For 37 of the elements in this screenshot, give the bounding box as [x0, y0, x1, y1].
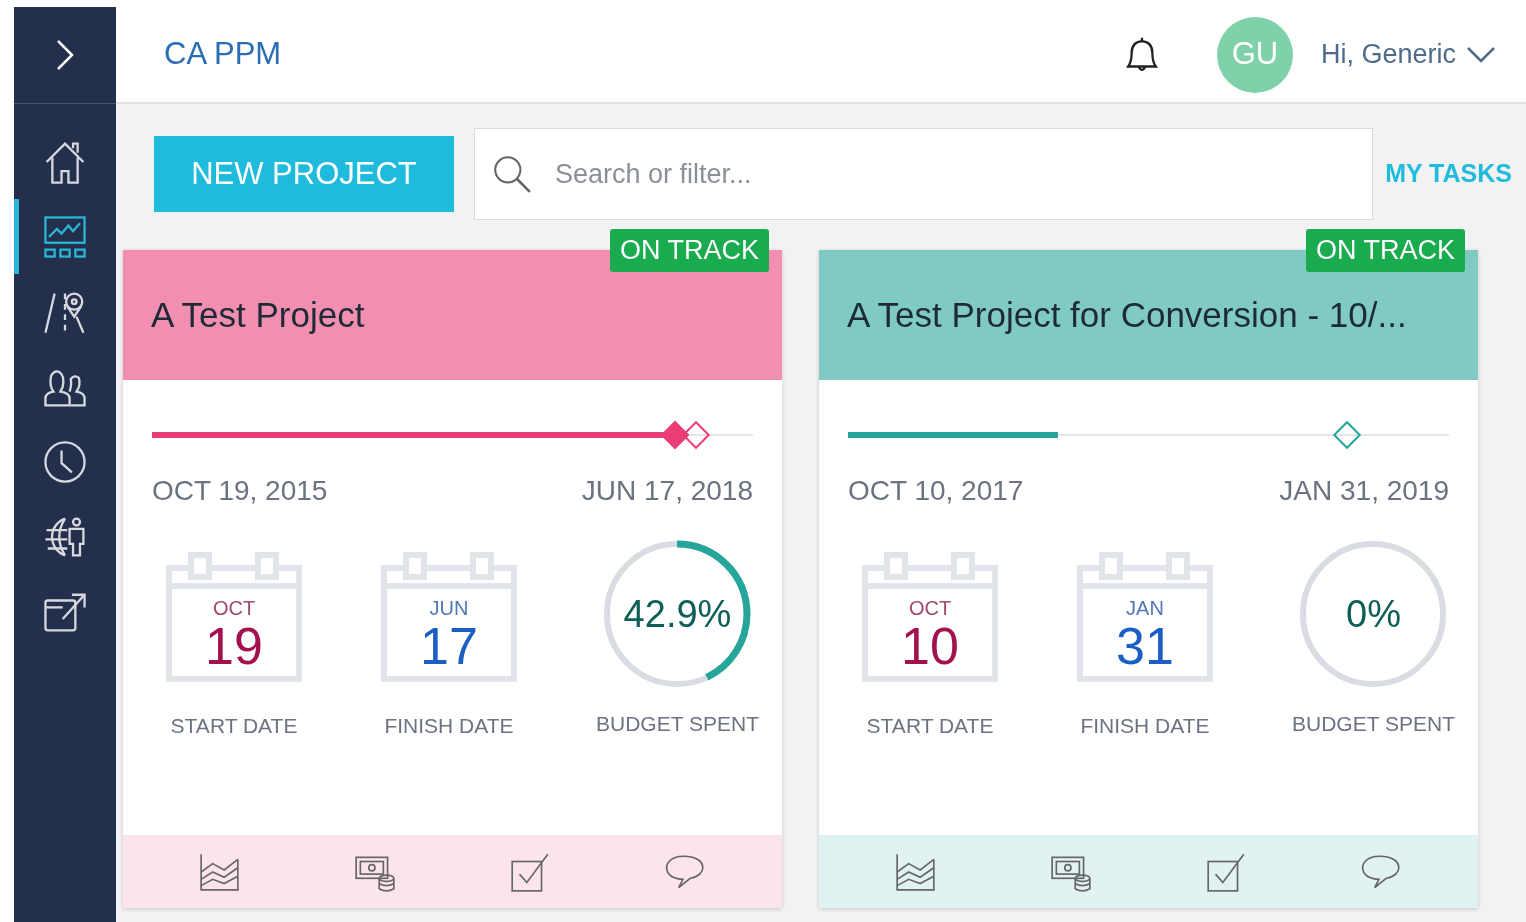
- date-caption: FINISH DATE: [1080, 713, 1210, 739]
- calendar-icon: [1077, 550, 1213, 682]
- calendar-icon: [381, 550, 517, 682]
- chevron-right-icon: [55, 38, 75, 72]
- calendar-icon: [862, 550, 998, 682]
- search-icon: [491, 153, 533, 195]
- budget-caption: BUDGET SPENT: [1292, 711, 1455, 737]
- calendar-day: 10: [901, 620, 959, 672]
- date-caption: START DATE: [866, 713, 994, 739]
- chevron-down-icon: [1466, 45, 1496, 64]
- budget-value: 0%: [1346, 591, 1401, 637]
- calendar-month: OCT: [212, 598, 256, 618]
- start-date: OCT 10, 2017: [848, 474, 1024, 508]
- calendar-day: 31: [1116, 620, 1174, 672]
- search-bar[interactable]: Search or filter...: [474, 128, 1374, 220]
- calendar-icon: [166, 550, 302, 682]
- calendar-month: JUN: [429, 598, 469, 618]
- start-date: OCT 19, 2015: [152, 474, 328, 508]
- date-caption: FINISH DATE: [384, 713, 514, 739]
- project-title[interactable]: A Test Project for Conversion - 10/...: [847, 288, 1407, 342]
- calendar-month: JAN: [1126, 598, 1164, 618]
- app-title: CA PPM: [164, 35, 282, 74]
- finish-date: JUN 17, 2018: [581, 474, 753, 508]
- clock-icon: [42, 438, 88, 485]
- calendar-day: 17: [420, 620, 478, 672]
- finish-date: JAN 31, 2019: [1279, 474, 1449, 508]
- budget-caption: BUDGET SPENT: [596, 711, 759, 737]
- status-badge: ON TRACK: [1305, 229, 1465, 272]
- project-title[interactable]: A Test Project: [151, 288, 365, 342]
- search-field[interactable]: Search or filter...: [555, 153, 1357, 195]
- budget-value: 42.9%: [623, 591, 732, 637]
- calendar-month: OCT: [908, 598, 952, 618]
- status-badge: ON TRACK: [609, 229, 769, 272]
- user-menu[interactable]: Hi, Generic: [1320, 34, 1496, 75]
- calendar-day: 19: [205, 620, 263, 672]
- date-caption: START DATE: [170, 713, 298, 739]
- dashboard-icon: [42, 213, 88, 260]
